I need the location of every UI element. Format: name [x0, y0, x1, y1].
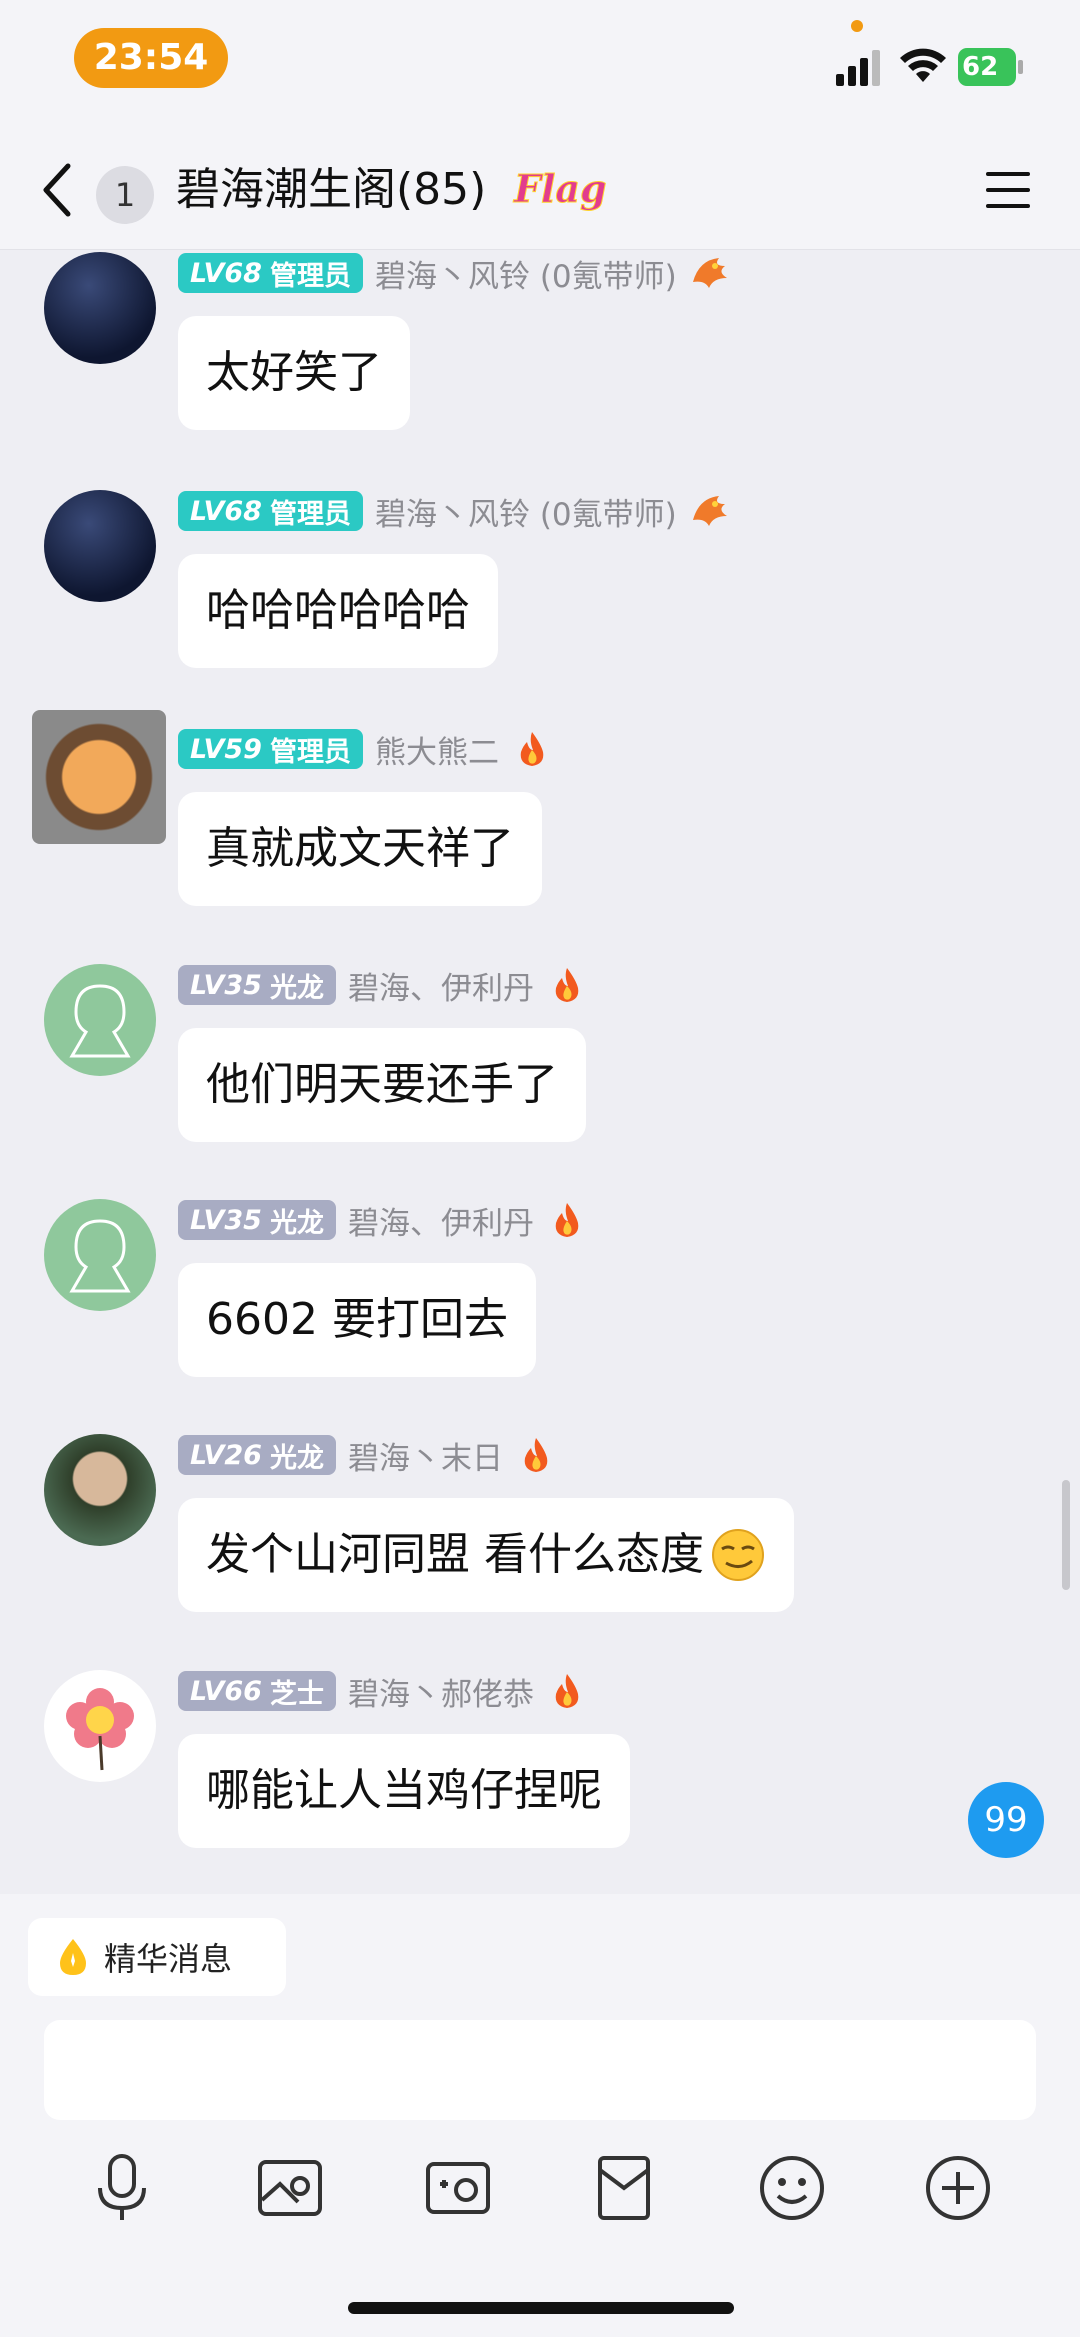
level-badge: LV35 光龙	[178, 1200, 336, 1240]
level-badge: LV66 芝士	[178, 1671, 336, 1711]
composer-toolbar	[0, 2148, 1080, 2258]
essence-label: 精华消息	[104, 1940, 233, 1978]
battery-charging-icon: 62	[958, 48, 1024, 86]
avatar[interactable]	[44, 964, 156, 1076]
red-packet-icon[interactable]	[584, 2148, 664, 2228]
new-message-count-badge[interactable]: 99	[968, 1782, 1044, 1858]
message-meta: LV35 光龙 碧海、伊利丹	[178, 963, 588, 1008]
cellular-icon	[836, 50, 880, 86]
message-meta: LV66 芝士 碧海丶郝佬恭	[178, 1669, 588, 1714]
emoji-icon[interactable]	[752, 2148, 832, 2228]
message-bubble[interactable]: 太好笑了	[178, 316, 410, 430]
level-label: LV66	[190, 1675, 262, 1707]
sender-name[interactable]: 碧海、伊利丹	[348, 1198, 534, 1243]
composer-area: 精华消息	[0, 1894, 1080, 2337]
message-bubble[interactable]: 他们明天要还手了	[178, 1028, 586, 1142]
level-badge: LV68 管理员	[178, 253, 363, 293]
level-badge: LV26 光龙	[178, 1435, 336, 1475]
message-meta: LV68 管理员 碧海丶风铃 (0氪带师)	[178, 489, 731, 534]
battery-level: 62	[958, 48, 1016, 86]
menu-icon[interactable]	[984, 168, 1032, 212]
member-title: 光龙	[269, 1207, 324, 1239]
chat-header: 1 碧海潮生阁(85) Flag	[0, 130, 1080, 250]
avatar[interactable]	[44, 1199, 156, 1311]
flag-badge: Flag	[514, 166, 608, 212]
fire-icon	[520, 732, 544, 766]
member-title: 芝士	[269, 1678, 324, 1710]
avatar[interactable]	[44, 490, 156, 602]
avatar[interactable]	[44, 252, 156, 364]
message-meta: LV68 管理员 碧海丶风铃 (0氪带师)	[178, 251, 731, 296]
level-label: LV59	[190, 733, 262, 765]
message-meta: LV35 光龙 碧海、伊利丹	[178, 1198, 588, 1243]
member-title: 光龙	[269, 972, 324, 1004]
sender-name[interactable]: 碧海丶风铃 (0氪带师)	[375, 251, 677, 296]
microphone-icon[interactable]	[82, 2148, 162, 2228]
message-input[interactable]	[44, 2020, 1036, 2120]
member-title: 管理员	[269, 260, 351, 292]
camera-icon[interactable]	[418, 2148, 498, 2228]
avatar[interactable]	[44, 1434, 156, 1546]
level-label: LV35	[190, 1204, 262, 1236]
flower-icon	[66, 1688, 134, 1771]
essence-messages-button[interactable]: 精华消息	[28, 1918, 286, 1996]
member-title: 管理员	[269, 736, 351, 768]
sender-name[interactable]: 熊大熊二	[375, 727, 499, 772]
home-indicator	[348, 2302, 734, 2314]
fire-icon	[555, 968, 579, 1002]
dragon-emblem-icon	[692, 496, 727, 526]
fire-icon	[555, 1674, 579, 1708]
level-label: LV35	[190, 969, 262, 1001]
sender-name[interactable]: 碧海丶风铃 (0氪带师)	[375, 489, 677, 534]
privacy-indicator-dot	[851, 20, 863, 32]
sender-name[interactable]: 碧海丶郝佬恭	[348, 1669, 534, 1714]
level-badge: LV68 管理员	[178, 491, 363, 531]
member-title: 管理员	[269, 498, 351, 530]
image-icon[interactable]	[250, 2148, 330, 2228]
member-title: 光龙	[269, 1442, 324, 1474]
level-label: LV68	[190, 257, 262, 289]
back-chevron-icon[interactable]	[38, 160, 78, 220]
status-bar: 23:54 62	[0, 0, 1080, 130]
message-bubble[interactable]: 哈哈哈哈哈哈	[178, 554, 498, 668]
fire-icon	[555, 1203, 579, 1237]
unread-count-badge[interactable]: 1	[96, 166, 154, 224]
level-badge: LV35 光龙	[178, 965, 336, 1005]
level-label: LV26	[190, 1439, 262, 1471]
plus-icon[interactable]	[918, 2148, 998, 2228]
sender-name[interactable]: 碧海、伊利丹	[348, 963, 534, 1008]
ghost-outline-icon	[69, 1219, 131, 1293]
message-meta: LV59 管理员 熊大熊二	[178, 727, 553, 772]
message-bubble[interactable]: 哪能让人当鸡仔捏呢	[178, 1734, 630, 1848]
group-title[interactable]: 碧海潮生阁(85)	[176, 158, 486, 222]
avatar[interactable]	[44, 1670, 156, 1782]
fire-icon	[524, 1438, 548, 1472]
message-text: 发个山河同盟 看什么态度	[206, 1529, 704, 1580]
level-badge: LV59 管理员	[178, 729, 363, 769]
dragon-emblem-icon	[692, 258, 727, 288]
ghost-outline-icon	[69, 984, 131, 1058]
message-bubble[interactable]: 6602 要打回去	[178, 1263, 536, 1377]
essence-drop-icon	[60, 1939, 86, 1975]
status-time: 23:54	[74, 28, 228, 88]
message-bubble[interactable]: 真就成文天祥了	[178, 792, 542, 906]
level-label: LV68	[190, 495, 262, 527]
wifi-icon	[900, 48, 946, 82]
sender-name[interactable]: 碧海丶末日	[348, 1433, 503, 1478]
message-meta: LV26 光龙 碧海丶末日	[178, 1433, 557, 1478]
avatar[interactable]	[32, 710, 166, 844]
scrollbar[interactable]	[1062, 1480, 1070, 1590]
message-bubble[interactable]: 发个山河同盟 看什么态度	[178, 1498, 794, 1612]
smirk-emoji-icon	[712, 1529, 764, 1581]
